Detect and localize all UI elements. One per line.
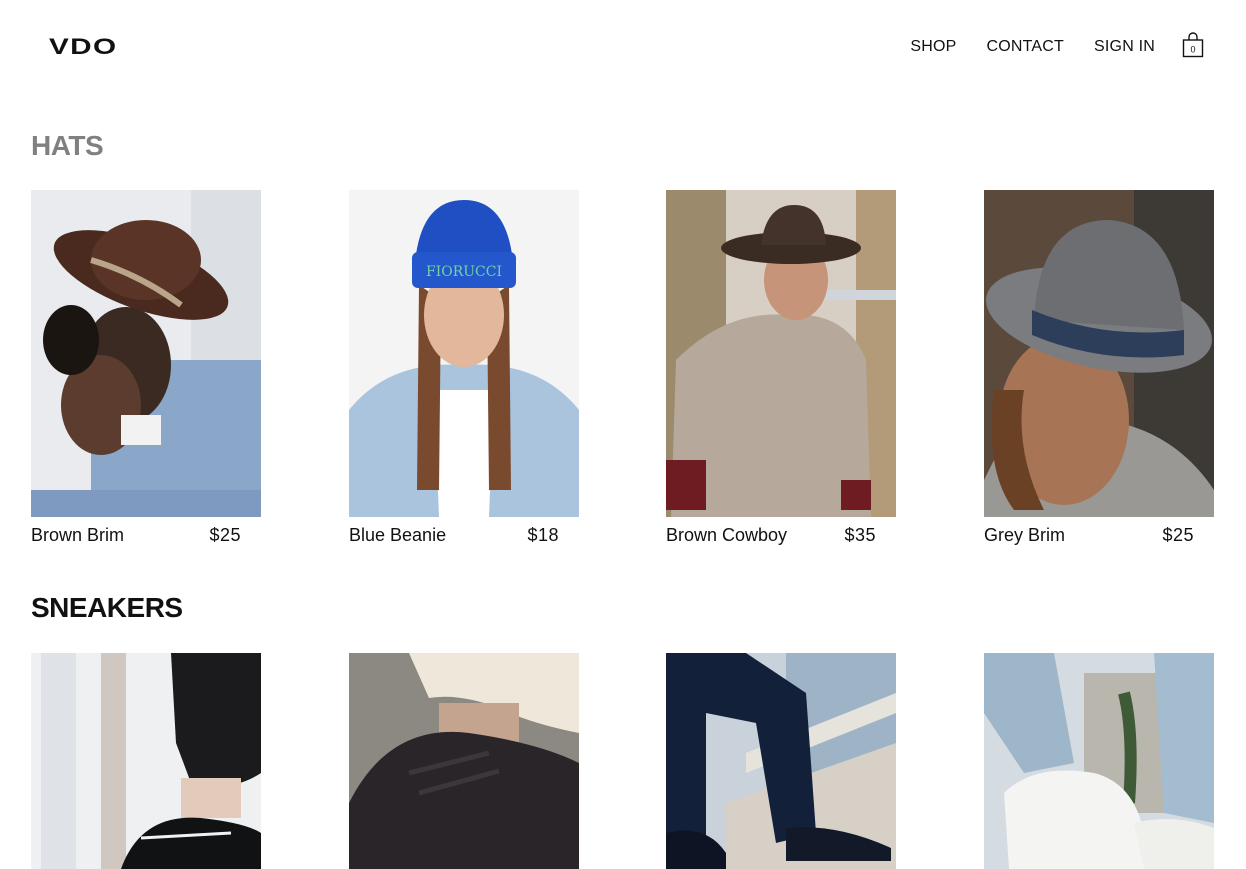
site-header: VDO SHOP CONTACT SIGN IN 0 (0, 0, 1246, 95)
svg-text:FIORUCCI: FIORUCCI (426, 264, 502, 280)
nav-contact-link[interactable]: CONTACT (986, 38, 1064, 56)
logo[interactable]: VDO (49, 34, 117, 60)
product-image[interactable] (349, 653, 579, 869)
product-price: $25 (209, 525, 241, 545)
product-name: Blue Beanie (349, 525, 447, 545)
product-card-blue-beanie[interactable]: FIORUCCI Blue Beanie $18 (349, 190, 579, 546)
cart-count: 0 (1190, 45, 1195, 55)
product-image[interactable] (666, 190, 896, 517)
product-price: $18 (527, 525, 559, 545)
section-title-hats[interactable]: HATS (31, 130, 104, 162)
product-name: Brown Brim (31, 525, 125, 545)
product-name: Brown Cowboy (666, 525, 788, 545)
product-card-sneaker-1[interactable] (31, 653, 261, 869)
product-meta: Brown Brim $25 (31, 525, 261, 546)
product-card-sneaker-2[interactable] (349, 653, 579, 869)
nav-shop-link[interactable]: SHOP (910, 38, 956, 56)
product-image[interactable]: FIORUCCI (349, 190, 579, 517)
product-card-grey-brim[interactable]: Grey Brim $25 (984, 190, 1214, 546)
product-card-sneaker-4[interactable] (984, 653, 1214, 869)
product-image[interactable] (666, 653, 896, 869)
product-price: $35 (844, 525, 876, 545)
product-meta: Blue Beanie $18 (349, 525, 579, 546)
product-image[interactable] (31, 190, 261, 517)
product-name: Grey Brim (984, 525, 1065, 545)
shopping-bag-icon[interactable]: 0 (1182, 32, 1204, 58)
product-meta: Brown Cowboy $35 (666, 525, 896, 546)
product-image[interactable] (984, 190, 1214, 517)
nav-sign-in-link[interactable]: SIGN IN (1094, 38, 1155, 56)
product-card-brown-cowboy[interactable]: Brown Cowboy $35 (666, 190, 896, 546)
product-meta: Grey Brim $25 (984, 525, 1214, 546)
product-image[interactable] (31, 653, 261, 869)
product-card-sneaker-3[interactable] (666, 653, 896, 869)
product-price: $25 (1162, 525, 1194, 545)
product-image[interactable] (984, 653, 1214, 869)
section-title-sneakers[interactable]: SNEAKERS (31, 592, 183, 624)
main-nav: SHOP CONTACT SIGN IN 0 (880, 32, 1204, 60)
product-card-brown-brim[interactable]: Brown Brim $25 (31, 190, 261, 546)
